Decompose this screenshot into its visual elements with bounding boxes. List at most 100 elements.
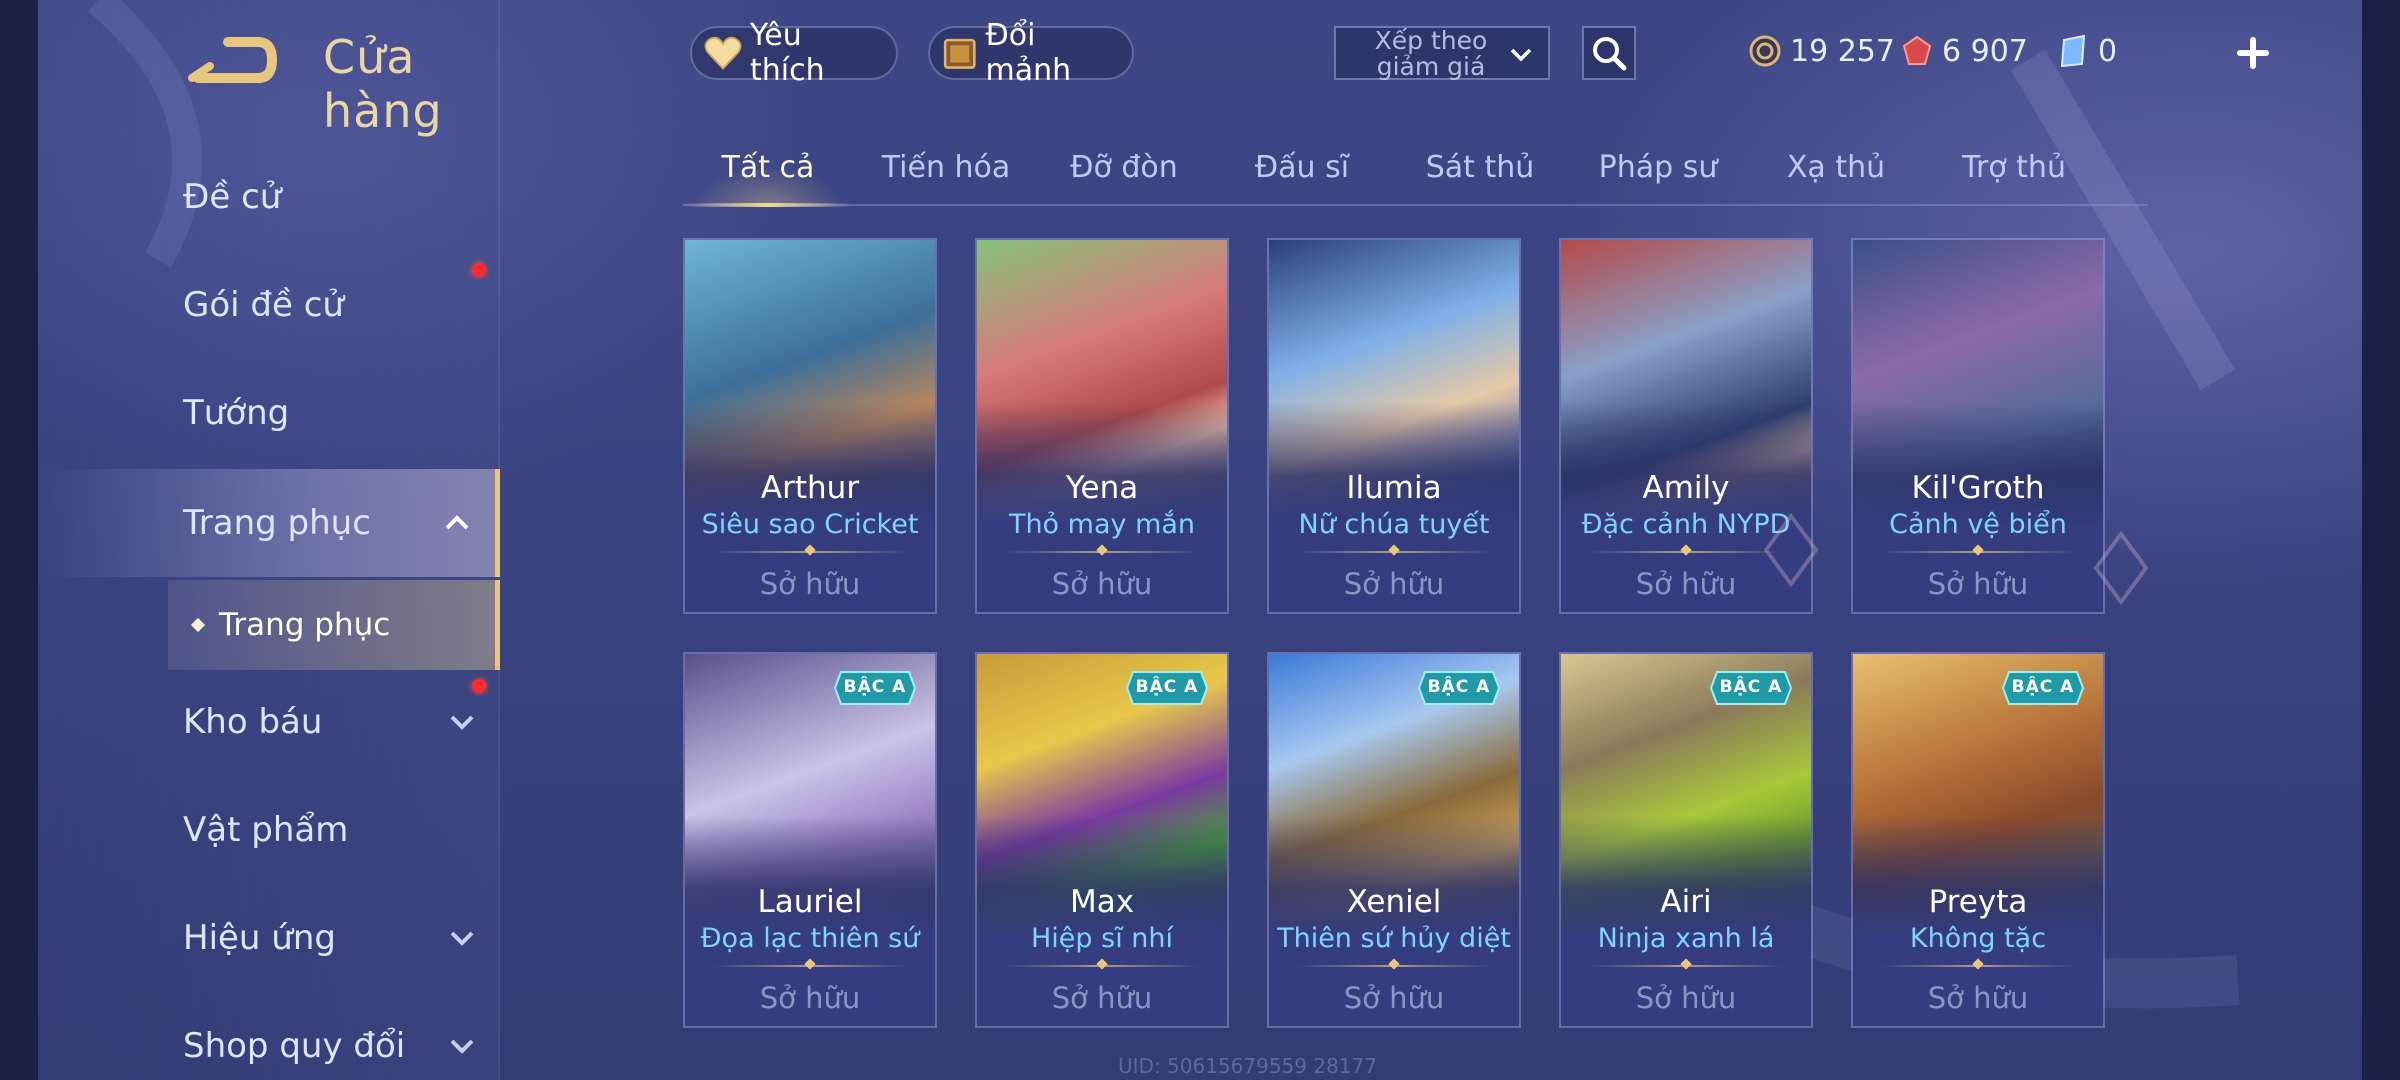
currency-tickets: 0 (2056, 28, 2117, 74)
chevron-down-icon (450, 1039, 474, 1054)
notification-dot (472, 679, 486, 693)
ownership-status: Sở hữu (1343, 567, 1445, 601)
ownership-status: Sở hữu (759, 567, 861, 601)
chevron-up-icon (445, 515, 469, 530)
skin-name: Cảnh vệ biển (1889, 509, 2067, 540)
ownership-status: Sở hữu (759, 981, 861, 1015)
skin-card[interactable]: Kil'Groth Cảnh vệ biển Sở hữu (1851, 238, 2105, 614)
ownership-status: Sở hữu (1635, 981, 1737, 1015)
sidebar-item-label: Đề cử (183, 177, 282, 217)
hero-name: Ilumia (1346, 470, 1442, 506)
tab-mage[interactable]: Pháp sư (1573, 140, 1743, 204)
search-icon (1593, 37, 1627, 71)
tab-all[interactable]: Tất cả (683, 140, 853, 207)
search-button[interactable] (1582, 26, 1636, 80)
hero-name: Yena (1065, 470, 1139, 506)
divider (1005, 551, 1199, 553)
page-title: Cửa hàng (323, 30, 443, 138)
skin-card[interactable]: BẬC A Airi Ninja xanh lá Sở hữu (1559, 652, 1813, 1028)
currency-gold: 19 257 (1748, 28, 1895, 74)
divider (1297, 965, 1491, 967)
tier-badge-label: BẬC A (1427, 677, 1491, 697)
sidebar-subitem-skins[interactable]: Trang phục (168, 580, 500, 670)
sidebar-item-label: Vật phẩm (183, 810, 349, 850)
store-screen: Cửa hàng Đề cử Gói đề cử Tướng Trang phụ… (38, 0, 2362, 1080)
tab-fighter[interactable]: Đấu sĩ (1217, 140, 1387, 204)
skin-name: Hiệp sĩ nhí (1030, 923, 1173, 954)
sidebar-item-treasure[interactable]: Kho báu (38, 668, 500, 776)
divider (1589, 965, 1783, 967)
skin-card[interactable]: BẬC A Max Hiệp sĩ nhí Sở hữu (975, 652, 1229, 1028)
currency-vouchers: 6 907 (1900, 28, 2028, 74)
skin-name: Đọa lạc thiên sứ (700, 923, 920, 954)
skin-card[interactable]: Arthur Siêu sao Cricket Sở hữu (683, 238, 937, 614)
favorites-button[interactable]: Yêu thích (690, 18, 898, 88)
ownership-status: Sở hữu (1927, 981, 2029, 1015)
gold-coin-icon (1749, 35, 1781, 67)
sidebar-item-recommended-packs[interactable]: Gói đề cử (38, 251, 500, 359)
top-up-button[interactable] (2228, 28, 2278, 78)
tier-badge-label: BẬC A (1135, 677, 1199, 697)
bullet-icon (190, 617, 206, 633)
tab-assassin[interactable]: Sát thủ (1395, 140, 1565, 204)
exchange-shards-button[interactable]: Đổi mảnh (928, 18, 1134, 88)
user-id: UID: 50615679559 28177 (1118, 1054, 1377, 1078)
tier-badge: BẬC A (833, 670, 917, 706)
ownership-status: Sở hữu (1927, 567, 2029, 601)
back-arrow-icon (188, 37, 278, 83)
chevron-down-icon (450, 931, 474, 946)
divider (1881, 551, 2075, 553)
skin-card[interactable]: BẬC A Lauriel Đọa lạc thiên sứ Sở hữu (683, 652, 937, 1028)
diamond-marker-icon (1763, 512, 1819, 588)
skin-name: Nữ chúa tuyết (1298, 509, 1490, 540)
sidebar-item-label: Shop quy đổi (183, 1026, 406, 1066)
skin-card[interactable]: BẬC A Preyta Không tặc Sở hữu (1851, 652, 2105, 1028)
chevron-down-icon (1510, 48, 1532, 62)
diamond-marker-icon (2093, 530, 2149, 606)
tab-tank[interactable]: Đỡ đòn (1039, 140, 1209, 204)
skin-card[interactable]: BẬC A Xeniel Thiên sứ hủy diệt Sở hữu (1267, 652, 1521, 1028)
skin-name: Không tặc (1909, 923, 2047, 954)
hero-name: Arthur (760, 470, 860, 506)
divider (1589, 551, 1783, 553)
tier-badge: BẬC A (1709, 670, 1793, 706)
ownership-status: Sở hữu (1051, 981, 1153, 1015)
hero-name: Max (1069, 884, 1135, 920)
sort-dropdown-label: Xếp theo giảm giá (1374, 26, 1488, 81)
skin-card[interactable]: Ilumia Nữ chúa tuyết Sở hữu (1267, 238, 1521, 614)
tier-badge-label: BẬC A (2011, 677, 2075, 697)
divider (713, 965, 907, 967)
sidebar-item-label: Tướng (183, 393, 290, 433)
sidebar-item-recommended[interactable]: Đề cử (38, 143, 500, 251)
back-button[interactable] (188, 34, 278, 86)
tab-marksman[interactable]: Xạ thủ (1751, 140, 1921, 204)
ownership-status: Sở hữu (1051, 567, 1153, 601)
hero-name: Airi (1660, 884, 1712, 920)
hero-name: Preyta (1928, 884, 2028, 920)
skin-card[interactable]: Yena Thỏ may mắn Sở hữu (975, 238, 1229, 614)
divider (1881, 965, 2075, 967)
skin-name: Siêu sao Cricket (701, 509, 919, 540)
chevron-down-icon (450, 715, 474, 730)
skin-name: Ninja xanh lá (1597, 923, 1775, 954)
category-tabs: Tất cả Tiến hóa Đỡ đòn Đấu sĩ Sát thủ Ph… (683, 140, 2148, 207)
plus-icon (2237, 37, 2269, 69)
sidebar-item-skins[interactable]: Trang phục (38, 469, 500, 577)
sidebar-subitem-label: Trang phục (219, 607, 391, 643)
sidebar-item-heroes[interactable]: Tướng (38, 359, 500, 467)
hero-name: Amily (1642, 470, 1730, 506)
skin-name: Thỏ may mắn (1008, 509, 1196, 540)
tier-badge: BẬC A (1417, 670, 1501, 706)
notification-dot (472, 263, 486, 277)
exchange-shards-label: Đổi mảnh (985, 18, 1072, 88)
sort-dropdown[interactable]: Xếp theo giảm giá (1334, 26, 1550, 80)
tier-badge-label: BẬC A (1719, 677, 1783, 697)
tab-evolution[interactable]: Tiến hóa (861, 140, 1031, 204)
ticket-icon (2060, 34, 2086, 68)
sidebar-item-items[interactable]: Vật phẩm (38, 776, 500, 884)
sidebar: Cửa hàng Đề cử Gói đề cử Tướng Trang phụ… (38, 0, 500, 1080)
sidebar-item-effects[interactable]: Hiệu ứng (38, 884, 500, 992)
divider (713, 551, 907, 553)
tab-support[interactable]: Trợ thủ (1929, 140, 2099, 204)
sidebar-item-exchange-shop[interactable]: Shop quy đổi (38, 992, 500, 1080)
